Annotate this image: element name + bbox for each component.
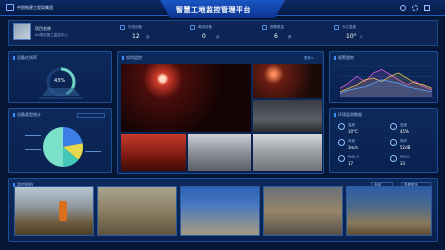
online-rate-panel: 设备在线率 43%	[8, 51, 112, 103]
env-label: PM10	[400, 155, 410, 159]
snapshot-thumb-1[interactable]	[14, 186, 94, 236]
camera-feed-4[interactable]	[121, 134, 186, 171]
fullscreen-icon[interactable]	[424, 5, 430, 11]
device-type-dropdown[interactable]	[77, 113, 105, 118]
stat-value: 6	[274, 33, 278, 40]
env-value: 33	[400, 161, 406, 166]
page-title: 智慧工地监控管理平台	[176, 6, 251, 14]
user-icon[interactable]	[400, 5, 406, 11]
pie-slice	[43, 127, 63, 167]
live-video-more-link[interactable]: 更多>	[304, 56, 314, 61]
env-label: 噪声	[400, 139, 407, 143]
camera-feed-6[interactable]	[253, 134, 322, 171]
env-value: 17	[348, 161, 354, 166]
settings-icon[interactable]	[412, 5, 418, 11]
pie-label-line-2	[25, 149, 41, 150]
stat-label: 报警数量	[270, 25, 284, 29]
temp-icon	[338, 123, 345, 130]
dust-icon	[338, 155, 345, 162]
stat-icon	[334, 25, 339, 30]
stat-unit: C	[360, 35, 363, 39]
stat-unit: 条	[288, 35, 292, 39]
stat-value: 0	[202, 33, 206, 40]
stat-label: 离线设备	[198, 25, 212, 29]
stat-value: 10°	[346, 33, 357, 40]
project-name: 项目名称	[35, 26, 51, 31]
online-rate-title: 设备在线率	[13, 55, 37, 61]
pie-label-line-3	[85, 151, 101, 152]
project-desc: XX项目施工监控中心	[35, 33, 68, 37]
environment-title: 环境监测数据	[334, 112, 362, 118]
camera-feed-3[interactable]	[253, 100, 322, 132]
stat-icon	[262, 25, 267, 30]
env-value: 3m/s	[348, 145, 358, 150]
camera-feed-5[interactable]	[188, 134, 251, 171]
env-value: 45%	[400, 129, 409, 134]
env-label: 风速	[348, 139, 355, 143]
env-value: 52dB	[400, 145, 411, 150]
env-label: 温度	[348, 123, 355, 127]
device-type-title: 设备类型统计	[13, 112, 41, 118]
snapshot-worker-figure	[59, 201, 67, 221]
cloud-icon	[390, 155, 397, 162]
stat-unit: 台	[146, 35, 150, 39]
stat-icon	[190, 25, 195, 30]
device-type-panel: 设备类型统计	[8, 108, 112, 173]
env-label: PM2.5	[348, 155, 359, 159]
alarm-trend-panel: 报警趋势	[329, 51, 438, 103]
online-rate-value: 43%	[54, 78, 66, 84]
snapshot-thumb-3[interactable]	[180, 186, 260, 236]
humidity-icon	[390, 123, 397, 130]
snapshot-thumb-4[interactable]	[263, 186, 343, 236]
stat-icon	[120, 25, 125, 30]
env-label: 湿度	[400, 123, 407, 127]
stat-value: 12	[132, 33, 140, 40]
live-video-title: 实时监控	[122, 55, 142, 61]
logo-text: 中国铁建工程局集团	[17, 5, 53, 10]
pie-label-line-1	[25, 135, 41, 136]
stat-label: 在线设备	[128, 25, 142, 29]
alarm-trend-title: 报警趋势	[334, 55, 354, 61]
alarm-trend-chart	[339, 65, 434, 98]
device-type-pie	[43, 127, 83, 167]
project-thumb	[13, 23, 31, 40]
wind-icon	[338, 139, 345, 146]
env-value: 10°C	[348, 129, 358, 134]
stat-unit: 台	[216, 35, 220, 39]
noise-icon	[390, 139, 397, 146]
environment-panel: 环境监测数据 温度 10°C 湿度 45% 风速 3m/s 噪声 52dB PM…	[329, 108, 438, 173]
stats-bar	[8, 20, 438, 46]
camera-feed-2[interactable]	[253, 64, 322, 98]
snapshot-thumb-2[interactable]	[97, 186, 177, 236]
stat-label: 今日温度	[342, 25, 356, 29]
camera-feed-main[interactable]	[121, 64, 251, 132]
live-video-panel: 实时监控 更多>	[117, 51, 324, 174]
snapshot-thumb-5[interactable]	[346, 186, 432, 236]
logo-icon	[6, 4, 14, 11]
